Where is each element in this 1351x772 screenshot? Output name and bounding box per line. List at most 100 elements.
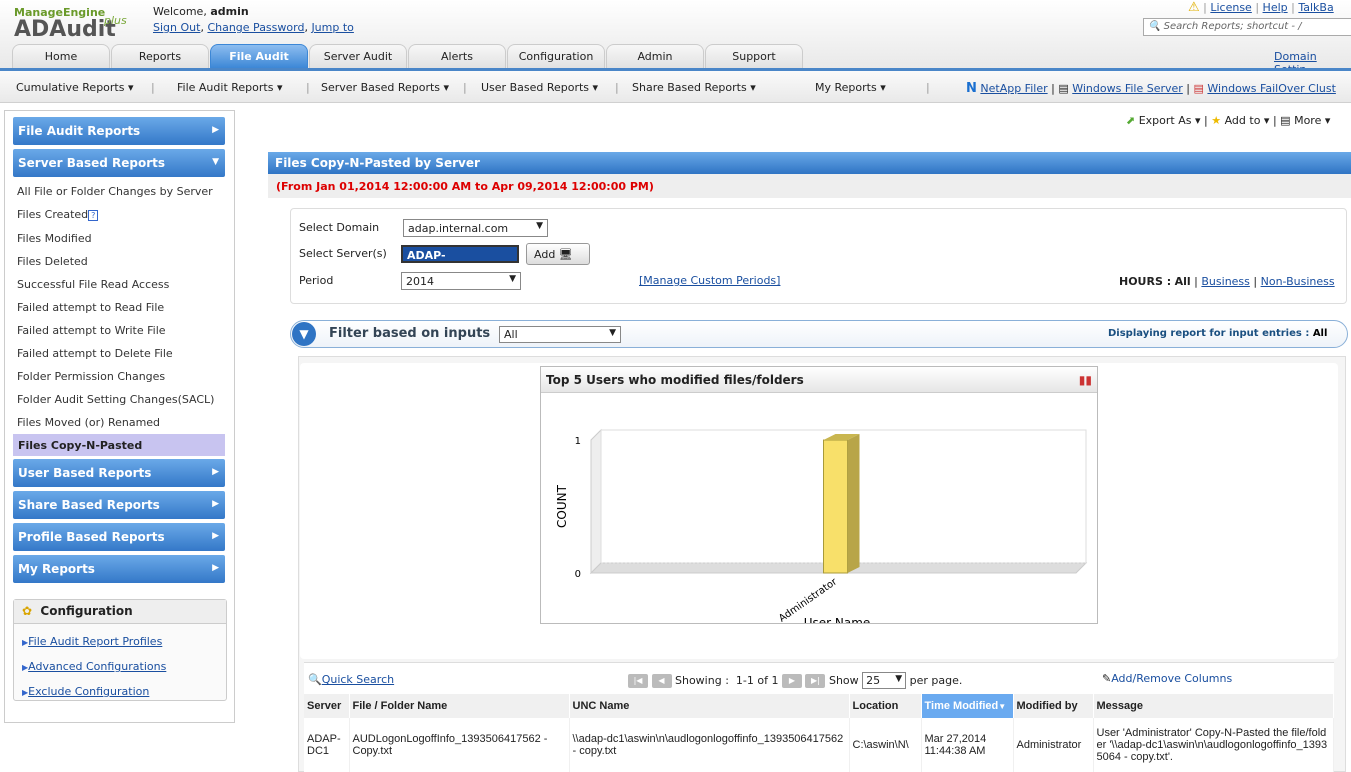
talkback-link[interactable]: TalkBa: [1298, 1, 1333, 14]
main-tabs: Home Reports File Audit Server Audit Ale…: [12, 44, 804, 68]
sidebar-item[interactable]: Folder Permission Changes: [17, 370, 165, 383]
search-box[interactable]: 🔍 Search Reports; shortcut - /: [1143, 18, 1351, 36]
report-date-range: (From Jan 01,2014 12:00:00 AM to Apr 09,…: [268, 174, 1351, 198]
help-link[interactable]: Help: [1263, 1, 1288, 14]
netapp-filer-link[interactable]: NetApp Filer: [980, 82, 1047, 95]
filter-label: Filter based on inputs: [329, 326, 491, 341]
showing-label: Showing :: [675, 674, 729, 687]
file-server-icon: ▤: [1058, 82, 1069, 95]
tab-file-audit[interactable]: File Audit: [210, 44, 308, 68]
tab-home[interactable]: Home: [12, 44, 110, 68]
hours-all[interactable]: All: [1175, 275, 1191, 288]
sidebar-item-selected[interactable]: Files Copy-N-Pasted: [13, 434, 225, 456]
tab-alerts[interactable]: Alerts: [408, 44, 506, 68]
show-label: Show: [828, 674, 859, 687]
column-server[interactable]: Server: [304, 694, 350, 718]
star-icon: ★: [1211, 114, 1222, 127]
tab-support[interactable]: Support: [705, 44, 803, 68]
welcome-text: Welcome, admin: [153, 5, 249, 18]
per-page-select[interactable]: 25 ▼: [862, 672, 907, 689]
exclude-configuration-link[interactable]: Exclude Configuration: [28, 685, 149, 698]
export-as-button[interactable]: Export As ▾: [1139, 114, 1201, 127]
cell-time-modified: Mar 27,2014 11:44:38 AM: [921, 718, 1014, 772]
first-page-button[interactable]: |◀: [628, 674, 648, 688]
business-hours-link[interactable]: Business: [1201, 275, 1250, 288]
per-page-label: per page.: [909, 674, 963, 687]
add-to-button[interactable]: Add to ▾: [1225, 114, 1270, 127]
filter-icon: ▼: [292, 322, 316, 346]
column-file-folder-name[interactable]: File / Folder Name: [349, 694, 570, 718]
menu-file-audit-reports[interactable]: File Audit Reports ▾: [177, 81, 282, 94]
sidebar-item[interactable]: Files Deleted: [17, 255, 88, 268]
next-page-button[interactable]: ▶: [781, 674, 802, 688]
sidebar-profile-based-reports[interactable]: Profile Based Reports ▶: [13, 523, 225, 551]
cell-server: ADAP-DC1: [304, 718, 350, 772]
sidebar-item[interactable]: All File or Folder Changes by Server: [17, 185, 213, 198]
menu-server-based-reports[interactable]: Server Based Reports ▾: [321, 81, 449, 94]
sidebar-item[interactable]: Failed attempt to Read File: [17, 301, 164, 314]
column-unc-name[interactable]: UNC Name: [569, 694, 850, 718]
help-icon[interactable]: ?: [88, 210, 99, 221]
hours-label: HOURS :: [1119, 275, 1172, 288]
y-tick-label: 0: [575, 569, 581, 580]
servers-input[interactable]: ADAP-CLUSTER1,...: [401, 245, 519, 275]
menu-cumulative-reports[interactable]: Cumulative Reports ▾: [16, 81, 134, 94]
sidebar-my-reports[interactable]: My Reports ▶: [13, 555, 225, 583]
last-page-button[interactable]: ▶|: [805, 674, 826, 688]
tab-server-audit[interactable]: Server Audit: [309, 44, 407, 68]
menu-user-based-reports[interactable]: User Based Reports ▾: [481, 81, 598, 94]
filter-select[interactable]: All ▼: [499, 326, 621, 343]
search-icon: 🔍: [1148, 21, 1161, 32]
sign-out-link[interactable]: Sign Out: [153, 21, 200, 34]
sidebar-item[interactable]: Files Modified: [17, 232, 92, 245]
file-audit-report-profiles-link[interactable]: File Audit Report Profiles: [28, 635, 162, 648]
warning-icon[interactable]: ⚠: [1188, 0, 1200, 15]
tab-reports[interactable]: Reports: [111, 44, 209, 68]
sidebar-share-based-reports[interactable]: Share Based Reports ▶: [13, 491, 225, 519]
manage-custom-periods-link[interactable]: [Manage Custom Periods]: [639, 274, 780, 287]
windows-failover-cluster-link[interactable]: Windows FailOver Clust: [1207, 82, 1335, 95]
sidebar-item[interactable]: Files Created?: [17, 208, 99, 221]
cell-unc-name: \\adap-dc1\aswin\n\audlogonlogoffinfo_13…: [569, 718, 850, 772]
add-server-button[interactable]: Add 🖥: [526, 243, 590, 265]
menu-share-based-reports[interactable]: Share Based Reports ▾: [632, 81, 756, 94]
y-axis-label: COUNT: [555, 484, 569, 528]
sidebar-user-based-reports[interactable]: User Based Reports ▶: [13, 459, 225, 487]
sidebar-item[interactable]: Failed attempt to Write File: [17, 324, 166, 337]
table-row[interactable]: ADAP-DC1 AUDLogonLogoffInfo_139350641756…: [304, 718, 1334, 772]
non-business-hours-link[interactable]: Non-Business: [1261, 275, 1335, 288]
prev-page-button[interactable]: ◀: [651, 674, 672, 688]
jump-to-link[interactable]: Jump to: [311, 21, 353, 34]
sidebar-item[interactable]: Failed attempt to Delete File: [17, 347, 173, 360]
column-time-modified[interactable]: Time Modified▼: [921, 694, 1014, 718]
quick-search-link[interactable]: Quick Search: [322, 673, 394, 686]
windows-file-server-link[interactable]: Windows File Server: [1072, 82, 1183, 95]
license-link[interactable]: License: [1210, 1, 1251, 14]
column-message[interactable]: Message: [1093, 694, 1334, 718]
column-modified-by[interactable]: Modified by: [1013, 694, 1094, 718]
sidebar-item[interactable]: Files Moved (or) Renamed: [17, 416, 160, 429]
sidebar-file-audit-reports[interactable]: File Audit Reports ▶: [13, 117, 225, 145]
add-remove-columns-link[interactable]: Add/Remove Columns: [1111, 672, 1232, 685]
sidebar-item[interactable]: Successful File Read Access: [17, 278, 169, 291]
column-location[interactable]: Location: [849, 694, 922, 718]
sidebar-item[interactable]: Folder Audit Setting Changes(SACL): [17, 393, 214, 406]
x-axis-label: User Name: [804, 616, 871, 623]
chart-type-icon[interactable]: ▮▮: [1079, 373, 1092, 387]
period-select[interactable]: 2014 ▼: [401, 272, 521, 290]
chart-wall-left: [590, 428, 602, 575]
chart-svg: 01AdministratorCOUNTUser Name: [555, 428, 1088, 630]
menu-my-reports[interactable]: My Reports ▾: [815, 81, 886, 94]
sidebar-server-based-reports[interactable]: Server Based Reports ▼: [13, 149, 225, 177]
displaying-value: All: [1312, 328, 1328, 339]
domain-select[interactable]: adap.internal.com ▼: [403, 219, 548, 237]
advanced-configurations-link[interactable]: Advanced Configurations: [28, 660, 166, 673]
tab-admin[interactable]: Admin: [606, 44, 704, 68]
change-password-link[interactable]: Change Password: [207, 21, 304, 34]
tab-configuration[interactable]: Configuration: [507, 44, 605, 68]
edit-columns-icon: ✎: [1102, 672, 1112, 685]
bar-side: [847, 434, 860, 573]
report-table: Server File / Folder Name UNC Name Locat…: [304, 694, 1334, 772]
more-button[interactable]: More ▾: [1294, 114, 1330, 127]
sort-desc-icon: ▼: [998, 702, 1007, 711]
